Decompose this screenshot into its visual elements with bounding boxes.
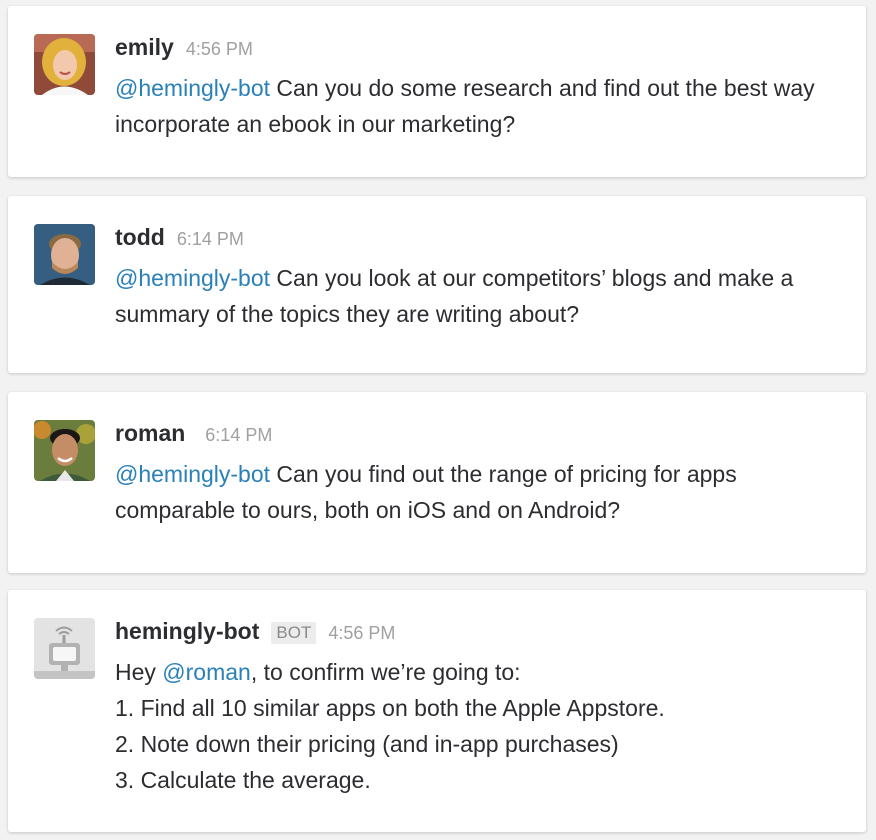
message-line: Hey @roman, to confirm we’re going to: (115, 654, 845, 690)
bot-badge: BOT (271, 622, 317, 644)
bot-avatar-icon[interactable] (34, 618, 95, 679)
timestamp[interactable]: 4:56 PM (186, 39, 253, 60)
timestamp[interactable]: 4:56 PM (328, 623, 395, 644)
mention-link[interactable]: @hemingly-bot (115, 461, 270, 487)
mention-link[interactable]: @hemingly-bot (115, 75, 270, 101)
author-name[interactable]: hemingly-bot (115, 618, 259, 645)
message-body: @hemingly-bot Can you do some research a… (115, 70, 845, 142)
avatar-roman[interactable] (34, 420, 95, 481)
message-body: @hemingly-bot Can you look at our compet… (115, 260, 845, 332)
author-name[interactable]: emily (115, 34, 174, 61)
author-name[interactable]: roman (115, 420, 185, 447)
timestamp[interactable]: 6:14 PM (177, 229, 244, 250)
mention-link[interactable]: @hemingly-bot (115, 265, 270, 291)
message-text: Hey (115, 659, 163, 685)
avatar-todd[interactable] (34, 224, 95, 285)
message-body: Hey @roman, to confirm we’re going to: 1… (115, 654, 845, 798)
timestamp[interactable]: 6:14 PM (205, 425, 272, 446)
message-header: emily 4:56 PM (115, 34, 253, 64)
list-item: 3. Calculate the average. (115, 767, 371, 793)
list-item: 2. Note down their pricing (and in-app p… (115, 731, 619, 757)
message-header: hemingly-bot BOT 4:56 PM (115, 618, 395, 648)
list-item: 1. Find all 10 similar apps on both the … (115, 695, 665, 721)
message-card-todd: todd 6:14 PM @hemingly-bot Can you look … (8, 196, 866, 373)
message-card-emily: emily 4:56 PM @hemingly-bot Can you do s… (8, 6, 866, 177)
message-card-roman: roman 6:14 PM @hemingly-bot Can you find… (8, 392, 866, 573)
message-body: @hemingly-bot Can you find out the range… (115, 456, 845, 528)
avatar-emily[interactable] (34, 34, 95, 95)
author-name[interactable]: todd (115, 224, 165, 251)
message-text: , to confirm we’re going to: (250, 659, 521, 685)
message-header: roman 6:14 PM (115, 420, 272, 450)
message-card-bot: hemingly-bot BOT 4:56 PM Hey @roman, to … (8, 590, 866, 832)
message-header: todd 6:14 PM (115, 224, 244, 254)
mention-link[interactable]: @roman (162, 659, 251, 685)
